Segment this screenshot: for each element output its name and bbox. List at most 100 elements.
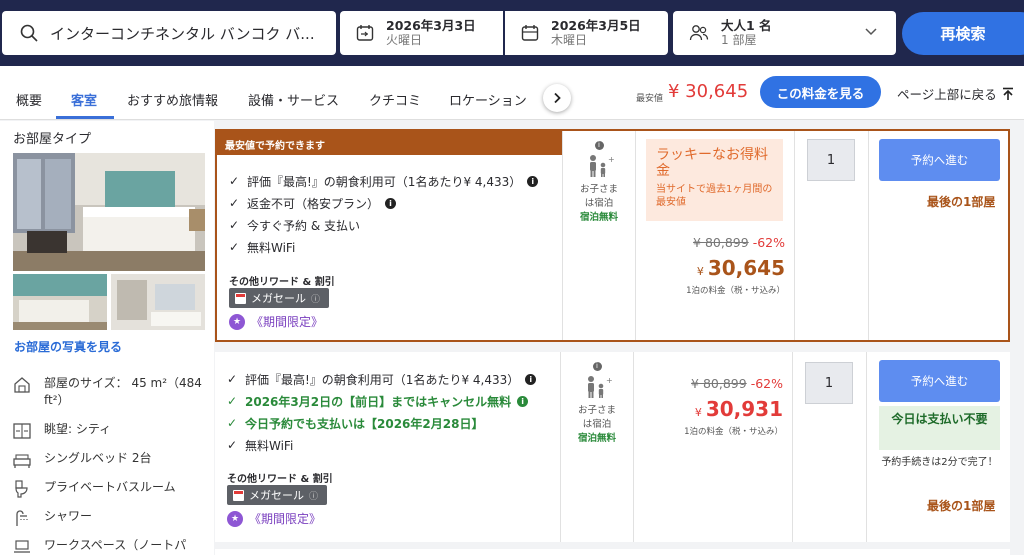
active-tab-indicator bbox=[56, 116, 114, 119]
destination-text: インターコンチネンタル バンコク バ... bbox=[50, 24, 315, 43]
feature-room-size-text: 部屋のサイズ： 45 m²（484 ft²） bbox=[44, 376, 202, 407]
feature-bathroom-text: プライベートバスルーム bbox=[44, 480, 176, 494]
megasale-tag[interactable]: メガセール ⓘ bbox=[229, 288, 329, 308]
price-block: ¥ 80,899 -62% ¥30,645 1泊の料金（税・サ込み） bbox=[627, 235, 785, 296]
calendar-checkout-icon bbox=[521, 25, 539, 41]
lowest-price-label: 最安値 bbox=[636, 94, 664, 104]
quick-booking-note: 予約手続きは2分で完了！ bbox=[881, 457, 998, 468]
discount-percent: -62% bbox=[752, 235, 785, 250]
feature-view-text: 眺望: シティ bbox=[44, 422, 112, 436]
limited-time-label: 《期間限定》 bbox=[249, 512, 322, 526]
benefit-item: ✓ 評価『最高!』の朝食利用可（1名あたり¥ 4,433） i bbox=[229, 170, 539, 192]
child-policy-line1: お子さま bbox=[577, 405, 616, 416]
family-icon: + bbox=[590, 155, 615, 177]
check-icon: ✓ bbox=[227, 438, 238, 452]
info-icon[interactable]: i bbox=[592, 362, 602, 371]
check-icon: ✓ bbox=[229, 240, 240, 254]
tab-recommendations[interactable]: おすすめ旅情報 bbox=[127, 90, 218, 109]
checkin-field[interactable]: 2026年3月3日 火曜日 bbox=[340, 11, 503, 55]
tab-overview[interactable]: 概要 bbox=[16, 90, 42, 109]
svg-text:+: + bbox=[608, 155, 614, 164]
benefit-text: 評価『最高!』の朝食利用可（1名あたり¥ 4,433） bbox=[247, 174, 522, 189]
see-rate-button[interactable]: この料金を見る bbox=[760, 76, 881, 108]
discount-percent: -62% bbox=[750, 376, 783, 391]
tab-facilities[interactable]: 設備・サービス bbox=[248, 90, 339, 109]
benefit-item: ✓ 今すぐ予約 & 支払い bbox=[229, 214, 538, 236]
column-divider bbox=[868, 131, 869, 340]
lucky-deal-box: ラッキーなお得料金 当サイトで過去1ヶ月間の最安値 bbox=[646, 139, 783, 221]
currency-symbol: ¥ bbox=[696, 265, 704, 278]
benefit-item: ✓ 今日予約でも支払いは【2026年2月28日】 bbox=[227, 412, 536, 434]
feature-workspace: ワークスペース（ノートパ bbox=[12, 537, 207, 555]
limited-time-tag[interactable]: ★ 《期間限定》 bbox=[227, 510, 321, 527]
checkout-field[interactable]: 2026年3月5日 木曜日 bbox=[505, 11, 668, 55]
benefit-item: ✓ 2026年3月2日の【前日】まではキャンセル無料 i bbox=[227, 390, 536, 412]
room-quantity-select[interactable]: 1 bbox=[805, 362, 853, 404]
room-photo-thumb-2[interactable] bbox=[111, 274, 205, 330]
rooms-count: 1 部屋 bbox=[721, 33, 757, 47]
megasale-tag[interactable]: メガセール ⓘ bbox=[227, 485, 327, 505]
lowest-price-value: ¥ 30,645 bbox=[668, 81, 749, 102]
reserve-button[interactable]: 予約へ進む bbox=[879, 360, 1000, 402]
per-night-note: 1泊の料金（税・サ込み） bbox=[686, 286, 785, 296]
child-policy: i + お子さま は宿泊 宿泊無料 bbox=[561, 362, 633, 446]
check-icon: ✓ bbox=[227, 416, 238, 430]
info-icon[interactable]: i bbox=[517, 395, 529, 407]
see-room-photos-link[interactable]: お部屋の写真を見る bbox=[14, 338, 122, 355]
benefit-item: ✓ 無料WiFi bbox=[227, 434, 536, 456]
benefit-text: 今日予約でも支払いは【2026年2月28日】 bbox=[245, 416, 484, 431]
tabs-next-button[interactable] bbox=[543, 84, 571, 112]
destination-field[interactable]: インターコンチネンタル バンコク バ... bbox=[2, 11, 336, 55]
back-to-top-label: ページ上部に戻る bbox=[897, 87, 997, 102]
benefit-text: 今すぐ予約 & 支払い bbox=[247, 218, 360, 233]
feature-bed-text: シングルベッド 2台 bbox=[44, 451, 152, 465]
research-button[interactable]: 再検索 bbox=[902, 12, 1024, 55]
room-photo-thumb-1[interactable] bbox=[13, 274, 107, 330]
feature-view: 眺望: シティ bbox=[12, 421, 207, 441]
tab-rooms[interactable]: 客室 bbox=[71, 90, 97, 109]
search-bar: インターコンチネンタル バンコク バ... 2026年3月3日 火曜日 2026… bbox=[0, 0, 1024, 66]
info-icon[interactable]: i bbox=[527, 175, 539, 187]
back-to-top-link[interactable]: ページ上部に戻る bbox=[897, 84, 1015, 103]
original-price: ¥ 80,899 -62% bbox=[625, 376, 783, 391]
shower-icon bbox=[16, 510, 28, 526]
child-free-label: 宿泊無料 bbox=[577, 433, 616, 444]
checkout-weekday: 木曜日 bbox=[551, 33, 588, 47]
child-free-label: 宿泊無料 bbox=[579, 212, 618, 223]
search-icon bbox=[20, 24, 38, 42]
benefits-list: ✓ 評価『最高!』の朝食利用可（1名あたり¥ 4,433） i ✓ 返金不可（格安プラ… bbox=[229, 170, 539, 258]
limited-time-label: 《期間限定》 bbox=[251, 315, 324, 329]
room-photo-main[interactable] bbox=[13, 153, 205, 271]
info-icon[interactable]: i bbox=[594, 141, 604, 150]
rate-option-1: 最安値で予約できます ✓ 評価『最高!』の朝食利用可（1名あたり¥ 4,433） i… bbox=[215, 129, 1010, 342]
info-icon: ⓘ bbox=[311, 294, 321, 305]
checkin-date: 2026年3月3日 bbox=[386, 18, 476, 33]
checkin-weekday: 火曜日 bbox=[386, 33, 423, 47]
calendar-icon bbox=[235, 292, 246, 304]
room-quantity-select[interactable]: 1 bbox=[807, 139, 855, 181]
calendar-checkin-icon bbox=[356, 25, 374, 41]
tab-location[interactable]: ロケーション bbox=[449, 90, 527, 109]
megasale-label: メガセール bbox=[249, 489, 304, 502]
lucky-deal-subtitle: 当サイトで過去1ヶ月間の最安値 bbox=[656, 184, 773, 208]
info-icon[interactable]: i bbox=[385, 197, 397, 209]
check-icon: ✓ bbox=[229, 196, 240, 210]
benefit-text: 返金不可（格安プラン） bbox=[247, 196, 380, 211]
currency-symbol: ¥ bbox=[694, 406, 702, 419]
guests-field[interactable]: 大人1 名 1 部屋 bbox=[673, 11, 896, 55]
lucky-deal-title: ラッキーなお得料金 bbox=[656, 147, 768, 179]
tab-reviews[interactable]: クチコミ bbox=[369, 90, 421, 109]
info-icon[interactable]: i bbox=[525, 373, 537, 385]
benefit-text: 無料WiFi bbox=[245, 438, 294, 453]
rewards-heading: その他リワード & 割引 bbox=[229, 277, 335, 288]
price-value: 30,645 bbox=[707, 256, 785, 280]
feature-bathroom: プライベートバスルーム bbox=[12, 479, 207, 499]
family-icon: + bbox=[588, 376, 613, 398]
child-policy-line2: は宿泊 bbox=[584, 198, 614, 209]
benefit-item: ✓ 返金不可（格安プラン） i bbox=[229, 192, 538, 214]
room-type-label: お部屋タイプ bbox=[13, 132, 92, 147]
feature-room-size: 部屋のサイズ： 45 m²（484 ft²） bbox=[12, 375, 207, 409]
limited-time-tag[interactable]: ★ 《期間限定》 bbox=[229, 313, 323, 330]
rate-option-3-partial bbox=[215, 549, 1010, 555]
reserve-button[interactable]: 予約へ進む bbox=[879, 139, 1000, 181]
